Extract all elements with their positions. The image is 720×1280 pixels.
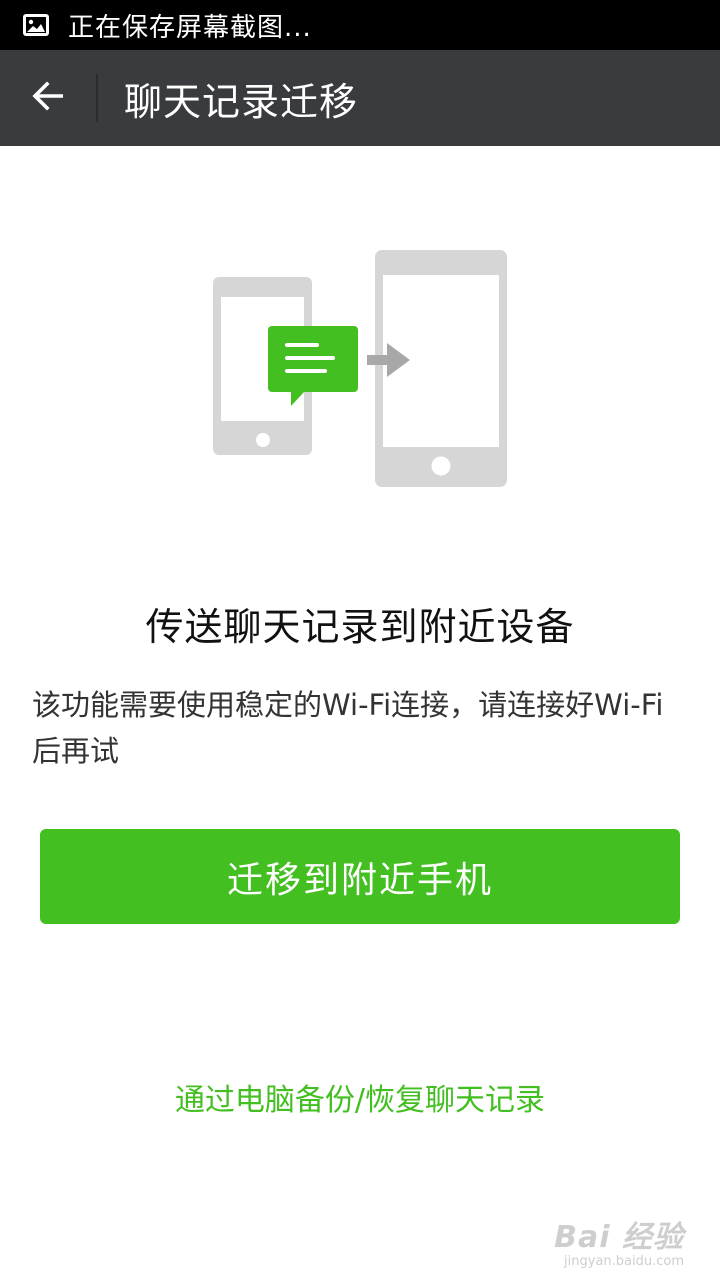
backup-via-pc-link[interactable]: 通过电脑备份/恢复聊天记录 <box>0 1075 720 1119</box>
description-text: 该功能需要使用稳定的Wi-Fi连接，请连接好Wi-Fi后再试 <box>32 688 664 768</box>
screen: 正在保存屏幕截图... 聊天记录迁移 传送聊天记录到附近设备 该功能需要使用稳定… <box>0 0 720 1280</box>
watermark: Bai 经验 jingyan.baidu.com <box>554 1212 684 1269</box>
migrate-to-nearby-phone-button[interactable]: 迁移到附近手机 <box>40 829 680 924</box>
watermark-url: jingyan.baidu.com <box>564 1254 684 1269</box>
back-button[interactable] <box>0 50 96 146</box>
action-bar: 聊天记录迁移 <box>0 50 720 146</box>
picture-icon <box>22 13 50 37</box>
back-arrow-icon <box>31 81 65 115</box>
page-title: 聊天记录迁移 <box>124 79 359 124</box>
title-divider <box>96 74 98 122</box>
main-heading: 传送聊天记录到附近设备 <box>145 605 575 649</box>
phone-transfer-illustration <box>205 245 515 495</box>
status-text: 正在保存屏幕截图... <box>68 12 312 43</box>
status-bar: 正在保存屏幕截图... <box>0 0 720 50</box>
watermark-logo: Bai 经验 <box>554 1220 684 1255</box>
